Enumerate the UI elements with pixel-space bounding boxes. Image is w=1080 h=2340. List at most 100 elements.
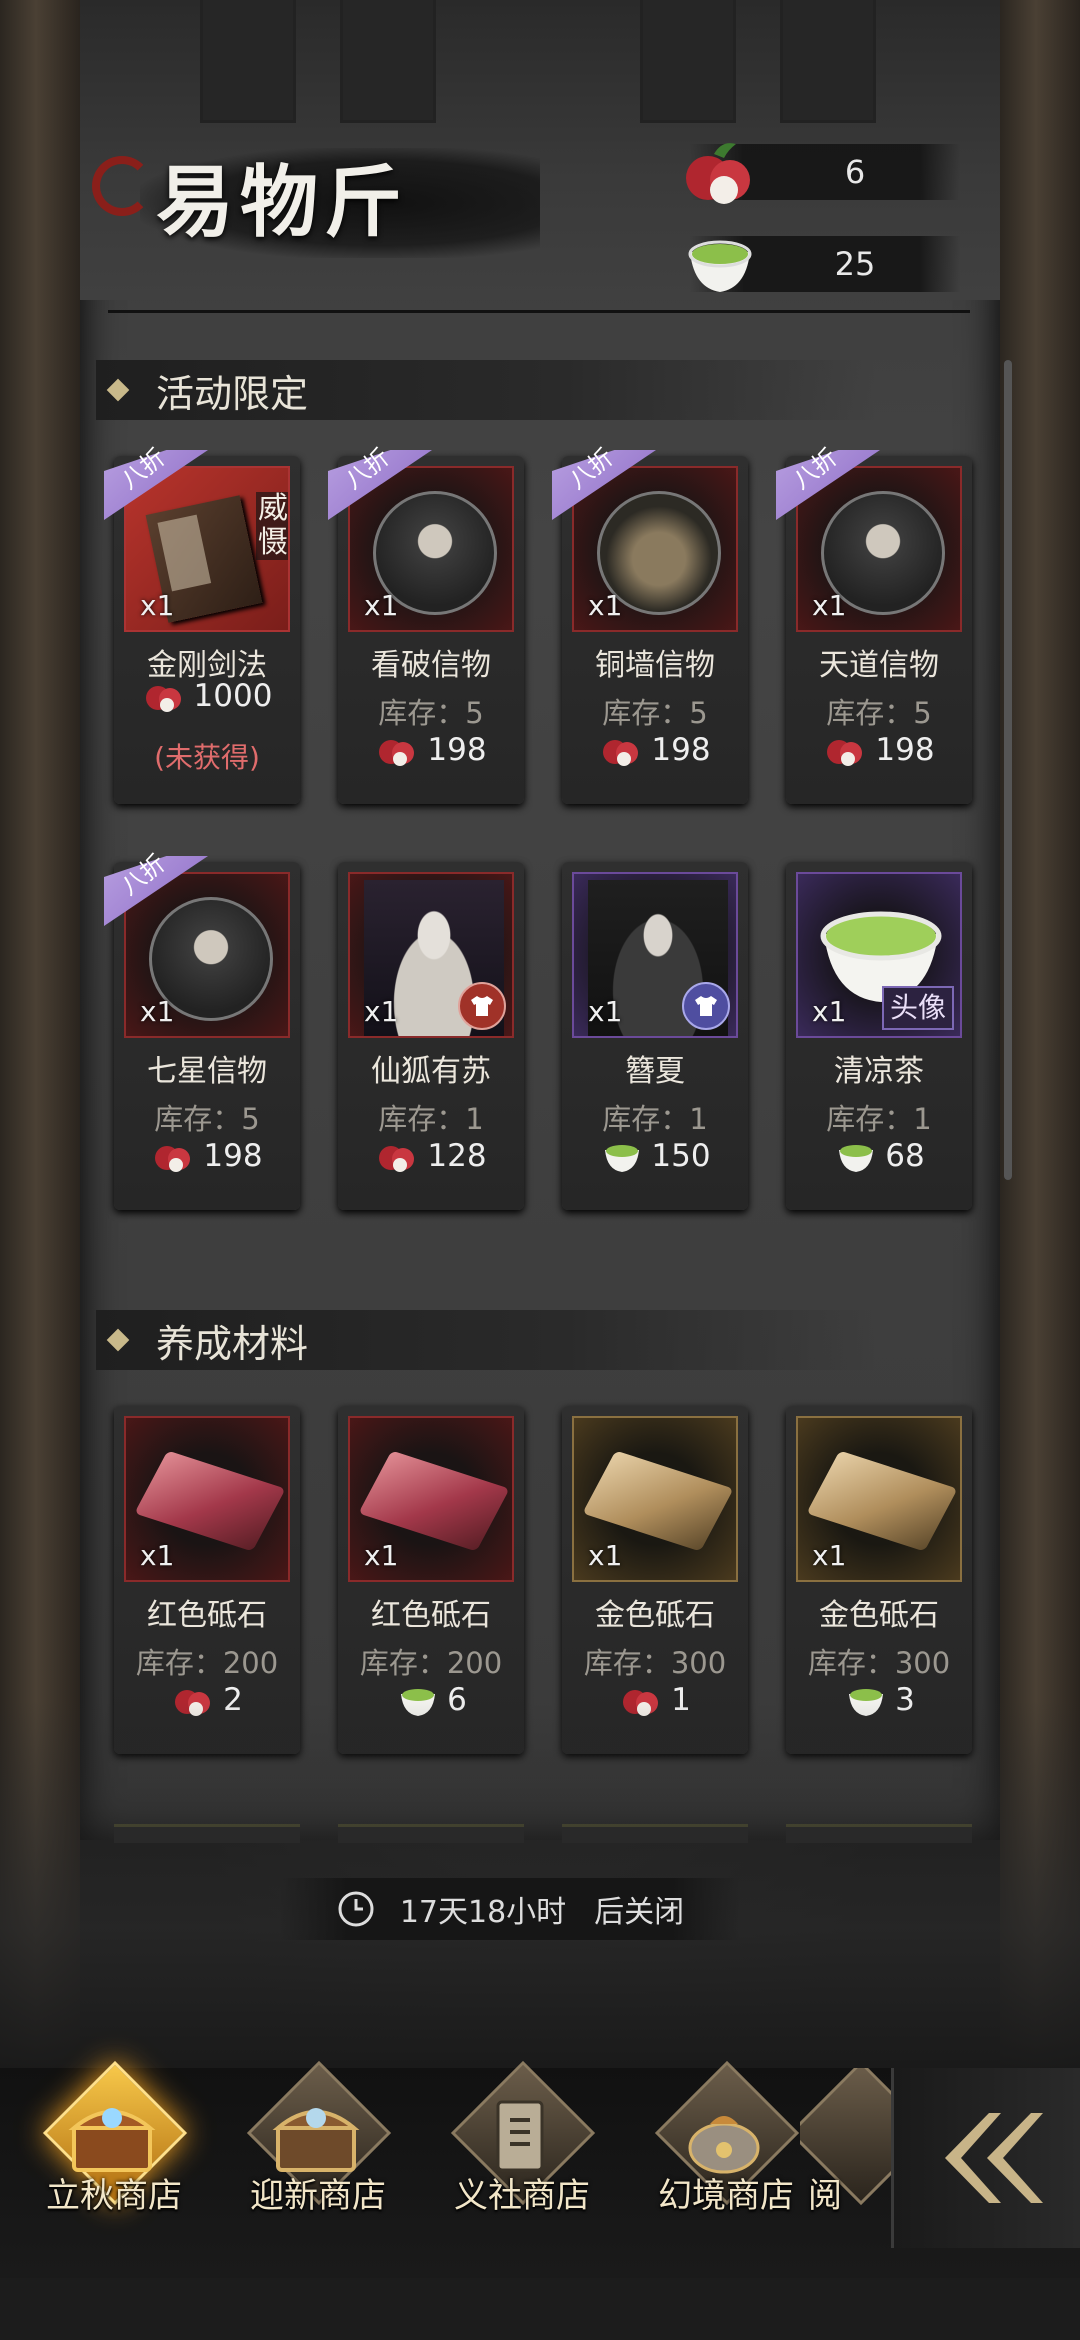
section-label: 养成材料 [156,1321,309,1366]
collapse-tabs-button[interactable] [891,2068,1080,2248]
item-qty: x1 [812,1539,847,1572]
item-qty: x1 [140,589,175,622]
outfit-icon [682,982,730,1030]
timer-remaining: 17天18小时 [399,1895,567,1930]
lychee-icon [145,686,181,712]
tab-huanjing-shop[interactable]: 幻境商店 [626,2060,826,2278]
item-stock: 库存：200 [135,1646,279,1680]
card-peek [562,1824,748,1843]
discount-ribbon: 八折 [552,443,656,520]
shop-item-tongqiang-token[interactable]: x1 八折 铜墙信物 库存：5 198 [552,443,748,804]
item-stock: 库存：5 [378,696,484,730]
lychee-icon [155,1146,191,1172]
tab-label: 幻境商店 [658,2176,794,2216]
shop-item-zanxia[interactable]: x1 簪夏 库存：1 150 [562,862,748,1210]
item-price: 1 [562,1682,748,1718]
item-qty: x1 [364,589,399,622]
not-obtained-status: (未获得) [154,741,260,774]
discount-ribbon: 八折 [104,849,208,926]
lychee-icon [680,134,760,214]
shop-item-tiandao-token[interactable]: x1 八折 天道信物 库存：5 198 [776,443,972,804]
tab-label: 阅 [808,2176,842,2216]
tab-liqiu-shop[interactable]: 立秋商店 [14,2060,214,2278]
right-pillar [1000,0,1080,2080]
item-stock: 库存：5 [154,1102,260,1136]
item-name: 铜墙信物 [595,648,715,683]
scrollbar[interactable] [1004,360,1012,1180]
red-whetstone-icon [134,1450,286,1552]
item-qty: x1 [364,995,399,1028]
item-stock: 库存：200 [359,1646,503,1680]
card-peek [786,1824,972,1843]
item-price: 6 [338,1682,524,1718]
page-title: 易物斤 [156,157,409,248]
gold-whetstone-icon [582,1450,734,1552]
outfit-icon [458,982,506,1030]
tea-currency[interactable]: 25 [688,236,960,292]
item-thumb: x1 [796,1416,962,1582]
tab-label: 迎新商店 [250,2176,386,2216]
tab-yingxin-shop[interactable]: 迎新商店 [218,2060,418,2278]
tab-yue-shop[interactable]: 阅 [800,2068,900,2278]
item-stock: 库存：1 [826,1102,932,1136]
title-block: 易物斤 [92,140,409,252]
lychee-icon [603,740,639,766]
diamond-icon [106,1328,130,1352]
item-thumb: x1 [348,872,514,1038]
tea-cup-icon [401,1689,436,1716]
discount-ribbon: 八折 [776,443,880,520]
lychee-icon [175,1690,211,1716]
lychee-icon [827,740,863,766]
left-pillar [0,0,80,2080]
discount-ribbon: 八折 [104,443,208,520]
item-price: 1000 [114,678,300,714]
lychee-icon [623,1690,659,1716]
shop-item-xianhu-yousu[interactable]: x1 仙狐有苏 库存：1 128 [338,862,524,1210]
tab-label: 立秋商店 [46,2176,182,2216]
gold-whetstone-icon [806,1450,958,1552]
avatar-tag: 头像 [881,986,954,1030]
item-qty: x1 [140,995,175,1028]
item-price: 150 [562,1138,748,1174]
item-price: 68 [786,1138,972,1174]
red-whetstone-icon [358,1450,510,1552]
item-name: 清凉茶 [834,1054,924,1089]
discount-ribbon: 八折 [328,443,432,520]
item-stock: 库存：300 [583,1646,727,1680]
item-name: 仙狐有苏 [371,1054,491,1089]
scrollbar-thumb[interactable] [1004,360,1012,1180]
item-qty: x1 [812,995,847,1028]
shop-item-gold-whetstone[interactable]: x1 金色砥石 库存：300 3 [786,1406,972,1754]
shop-item-red-whetstone[interactable]: x1 红色砥石 库存：200 2 [114,1406,300,1754]
tea-cup-icon [849,1689,884,1716]
close-timer: 17天18小时 后关闭 [280,1878,740,1940]
item-price: 128 [338,1138,524,1174]
item-thumb: 头像 x1 [796,872,962,1038]
shop-item-cool-tea[interactable]: 头像 x1 清凉茶 库存：1 68 [786,862,972,1210]
tab-yishe-shop[interactable]: 义社商店 [422,2060,622,2278]
item-price: 3 [786,1682,972,1718]
item-thumb: x1 [572,1416,738,1582]
item-stock: 库存：5 [826,696,932,730]
shop-item-kanpo-token[interactable]: x1 八折 看破信物 库存：5 198 [328,443,524,804]
item-name: 金色砥石 [819,1598,939,1633]
lychee-icon [379,1146,415,1172]
title-swirl-icon [92,156,152,216]
lychee-currency[interactable]: 6 [686,143,960,204]
diamond-icon [106,378,130,402]
shop-item-red-whetstone[interactable]: x1 红色砥石 库存：200 6 [338,1406,524,1754]
item-name: 红色砥石 [147,1598,267,1633]
item-price: 198 [114,1138,300,1174]
item-qty: x1 [140,1539,175,1572]
shop-item-qixing-token[interactable]: x1 八折 七星信物 库存：5 198 [104,849,300,1210]
item-qty: x1 [588,995,623,1028]
shop-item-gold-whetstone[interactable]: x1 金色砥石 库存：300 1 [562,1406,748,1754]
item-stock: 库存：1 [602,1102,708,1136]
card-peek [338,1824,524,1843]
card-peek [114,1824,300,1843]
item-thumb: x1 [572,872,738,1038]
item-price: 198 [786,732,972,768]
shop-item-jingang-sword[interactable]: 威慑 x1 八折 金刚剑法 1000 (未获得) [104,443,300,804]
item-price: 198 [562,732,748,768]
section-label: 活动限定 [156,371,309,416]
